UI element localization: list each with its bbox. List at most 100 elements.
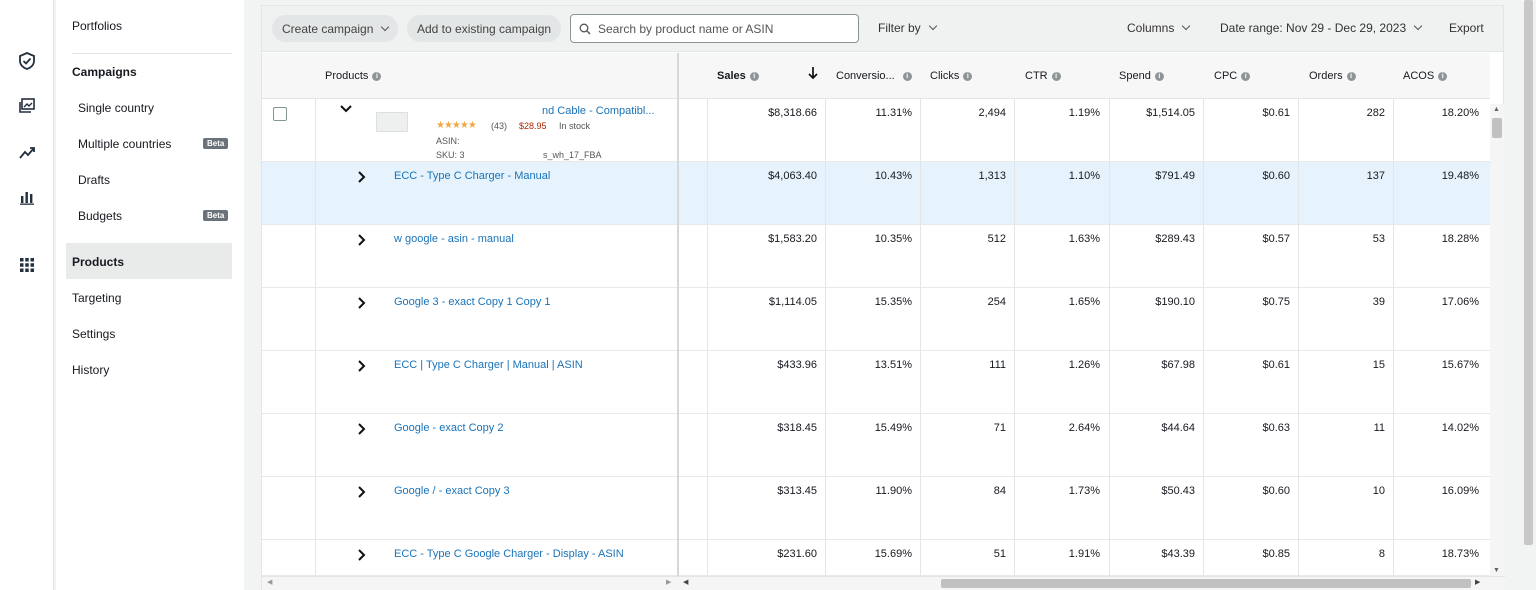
info-icon[interactable]: i (1241, 71, 1251, 81)
nav-targeting[interactable]: Targeting (72, 291, 121, 305)
cpc-value: $0.61 (1262, 359, 1290, 371)
shield-icon[interactable] (14, 48, 40, 74)
nav-portfolios[interactable]: Portfolios (72, 19, 122, 33)
info-icon[interactable]: i (1438, 71, 1448, 81)
expand-chevron-icon[interactable] (357, 233, 367, 250)
nav-drafts[interactable]: Drafts (78, 173, 110, 187)
expand-chevron-icon[interactable] (357, 422, 367, 439)
campaign-name-link[interactable]: ECC - Type C Google Charger - Display - … (394, 548, 624, 560)
expand-chevron-icon[interactable] (357, 485, 367, 502)
spend-value: $43.39 (1161, 548, 1195, 560)
table-row[interactable]: ECC - Type C Google Charger - Display - … (262, 540, 1490, 576)
table-row[interactable]: Google / - exact Copy 3 $313.45 11.90% 84 1.… (262, 477, 1490, 540)
column-header-acos[interactable]: ACOS i (1403, 70, 1448, 82)
info-icon[interactable]: i (1051, 71, 1061, 81)
scroll-left-icon[interactable]: ◀ (683, 578, 688, 586)
table-row[interactable]: ECC - Type C Charger - Manual $4,063.40 10… (262, 162, 1490, 225)
scroll-left-icon[interactable]: ◀ (267, 578, 272, 586)
column-divider (315, 99, 316, 576)
clicks-value: 512 (987, 233, 1006, 245)
acos-value: 19.48% (1441, 170, 1479, 182)
info-icon[interactable]: i (1154, 71, 1164, 81)
column-header-conversion[interactable]: Conversio... i (836, 70, 912, 82)
spend-value: $67.98 (1161, 359, 1195, 371)
conversion-value: 11.31% (875, 107, 913, 119)
nav-budgets[interactable]: Budgets (78, 209, 122, 223)
header-label: Conversio... (836, 70, 895, 82)
column-header-clicks[interactable]: Clicks i (930, 70, 973, 82)
column-header-cpc[interactable]: CPC i (1214, 70, 1251, 82)
expand-chevron-icon[interactable] (357, 359, 367, 376)
sales-value: $4,063.40 (768, 170, 817, 182)
scroll-right-icon[interactable]: ▶ (666, 578, 671, 586)
search-input[interactable]: Search by product name or ASIN (570, 14, 859, 43)
column-header-sales[interactable]: Sales i (717, 70, 759, 82)
expand-chevron-icon[interactable] (357, 170, 367, 187)
add-to-existing-campaign-button[interactable]: Add to existing campaign (407, 15, 562, 42)
nav-multiple-countries[interactable]: Multiple countries (78, 137, 171, 151)
frozen-column-divider (677, 53, 679, 576)
acos-value: 18.20% (1441, 107, 1479, 119)
page-scrollbar[interactable] (1521, 0, 1536, 590)
nav-history[interactable]: History (72, 363, 109, 377)
table-row[interactable]: w google - asin - manual $1,583.20 10.35% 5… (262, 225, 1490, 288)
table-row[interactable]: ECC | Type C Charger | Manual | ASIN $433… (262, 351, 1490, 414)
page-scroll-thumb[interactable] (1524, 0, 1533, 545)
info-icon[interactable]: i (372, 71, 382, 81)
export-button[interactable]: Export (1449, 21, 1484, 35)
column-header-ctr[interactable]: CTR i (1025, 70, 1061, 82)
scroll-right-icon[interactable]: ▶ (1475, 578, 1480, 586)
campaign-name-link[interactable]: ECC | Type C Charger | Manual | ASIN (394, 359, 583, 371)
clicks-value: 1,313 (978, 170, 1006, 182)
horizontal-scrollbar[interactable]: ◀ ▶ ◀ ▶ (262, 576, 1505, 590)
app-grid-icon[interactable] (14, 252, 40, 278)
column-header-products[interactable]: Products i (325, 70, 382, 82)
columns-dropdown[interactable]: Columns (1127, 21, 1191, 35)
campaign-name-link[interactable]: ECC - Type C Charger - Manual (394, 170, 550, 182)
vertical-scrollbar[interactable]: ▲ ▼ (1490, 104, 1504, 576)
expand-chevron-icon[interactable] (357, 296, 367, 313)
info-icon[interactable]: i (902, 71, 912, 81)
scroll-up-icon[interactable]: ▲ (1493, 106, 1500, 113)
bar-chart-icon[interactable] (14, 184, 40, 210)
products-panel: Create campaign Add to existing campaign… (261, 5, 1505, 590)
nav-settings[interactable]: Settings (72, 327, 115, 341)
info-icon[interactable]: i (963, 71, 973, 81)
beta-badge: Beta (203, 210, 229, 221)
ctr-value: 1.26% (1068, 359, 1100, 371)
cpc-value: $0.57 (1262, 233, 1290, 245)
vertical-scroll-thumb[interactable] (1492, 118, 1502, 138)
cpc-value: $0.60 (1262, 485, 1290, 497)
campaign-name-link[interactable]: Google 3 - exact Copy 1 Copy 1 (394, 296, 551, 308)
campaign-name-link[interactable]: w google - asin - manual (394, 233, 514, 245)
ctr-value: 1.63% (1068, 233, 1100, 245)
nav-single-country[interactable]: Single country (78, 101, 154, 115)
campaign-name-link[interactable]: Google / - exact Copy 3 (394, 485, 510, 497)
filter-by-dropdown[interactable]: Filter by (878, 21, 937, 35)
info-icon[interactable]: i (1346, 71, 1356, 81)
acos-value: 18.73% (1441, 548, 1479, 560)
scroll-down-icon[interactable]: ▼ (1493, 567, 1500, 574)
nav-products[interactable]: Products (72, 255, 124, 269)
ad-gallery-icon[interactable] (14, 93, 40, 119)
product-title-link[interactable]: nd Cable - Compatibl... (542, 105, 655, 117)
column-header-orders[interactable]: Orders i (1309, 70, 1356, 82)
table-row[interactable]: Google 3 - exact Copy 1 Copy 1 $1,114.05 1… (262, 288, 1490, 351)
sort-descending-icon[interactable] (808, 66, 818, 80)
sales-value: $318.45 (777, 422, 817, 434)
row-checkbox[interactable] (273, 107, 287, 121)
info-icon[interactable]: i (749, 71, 759, 81)
expand-chevron-icon[interactable] (357, 548, 367, 565)
spend-value: $50.43 (1161, 485, 1195, 497)
header-label: Spend (1119, 70, 1151, 82)
column-header-spend[interactable]: Spend i (1119, 70, 1164, 82)
create-campaign-button[interactable]: Create campaign (272, 15, 399, 42)
collapse-chevron-icon[interactable] (339, 103, 353, 117)
date-range-dropdown[interactable]: Date range: Nov 29 - Dec 29, 2023 (1220, 21, 1423, 35)
table-row[interactable]: Google - exact Copy 2 $318.45 15.49% 71 2.64… (262, 414, 1490, 477)
nav-campaigns[interactable]: Campaigns (72, 65, 137, 79)
trend-chart-icon[interactable] (14, 139, 40, 165)
campaign-name-link[interactable]: Google - exact Copy 2 (394, 422, 503, 434)
horizontal-scroll-thumb[interactable] (941, 579, 1471, 588)
spend-value: $190.10 (1155, 296, 1195, 308)
